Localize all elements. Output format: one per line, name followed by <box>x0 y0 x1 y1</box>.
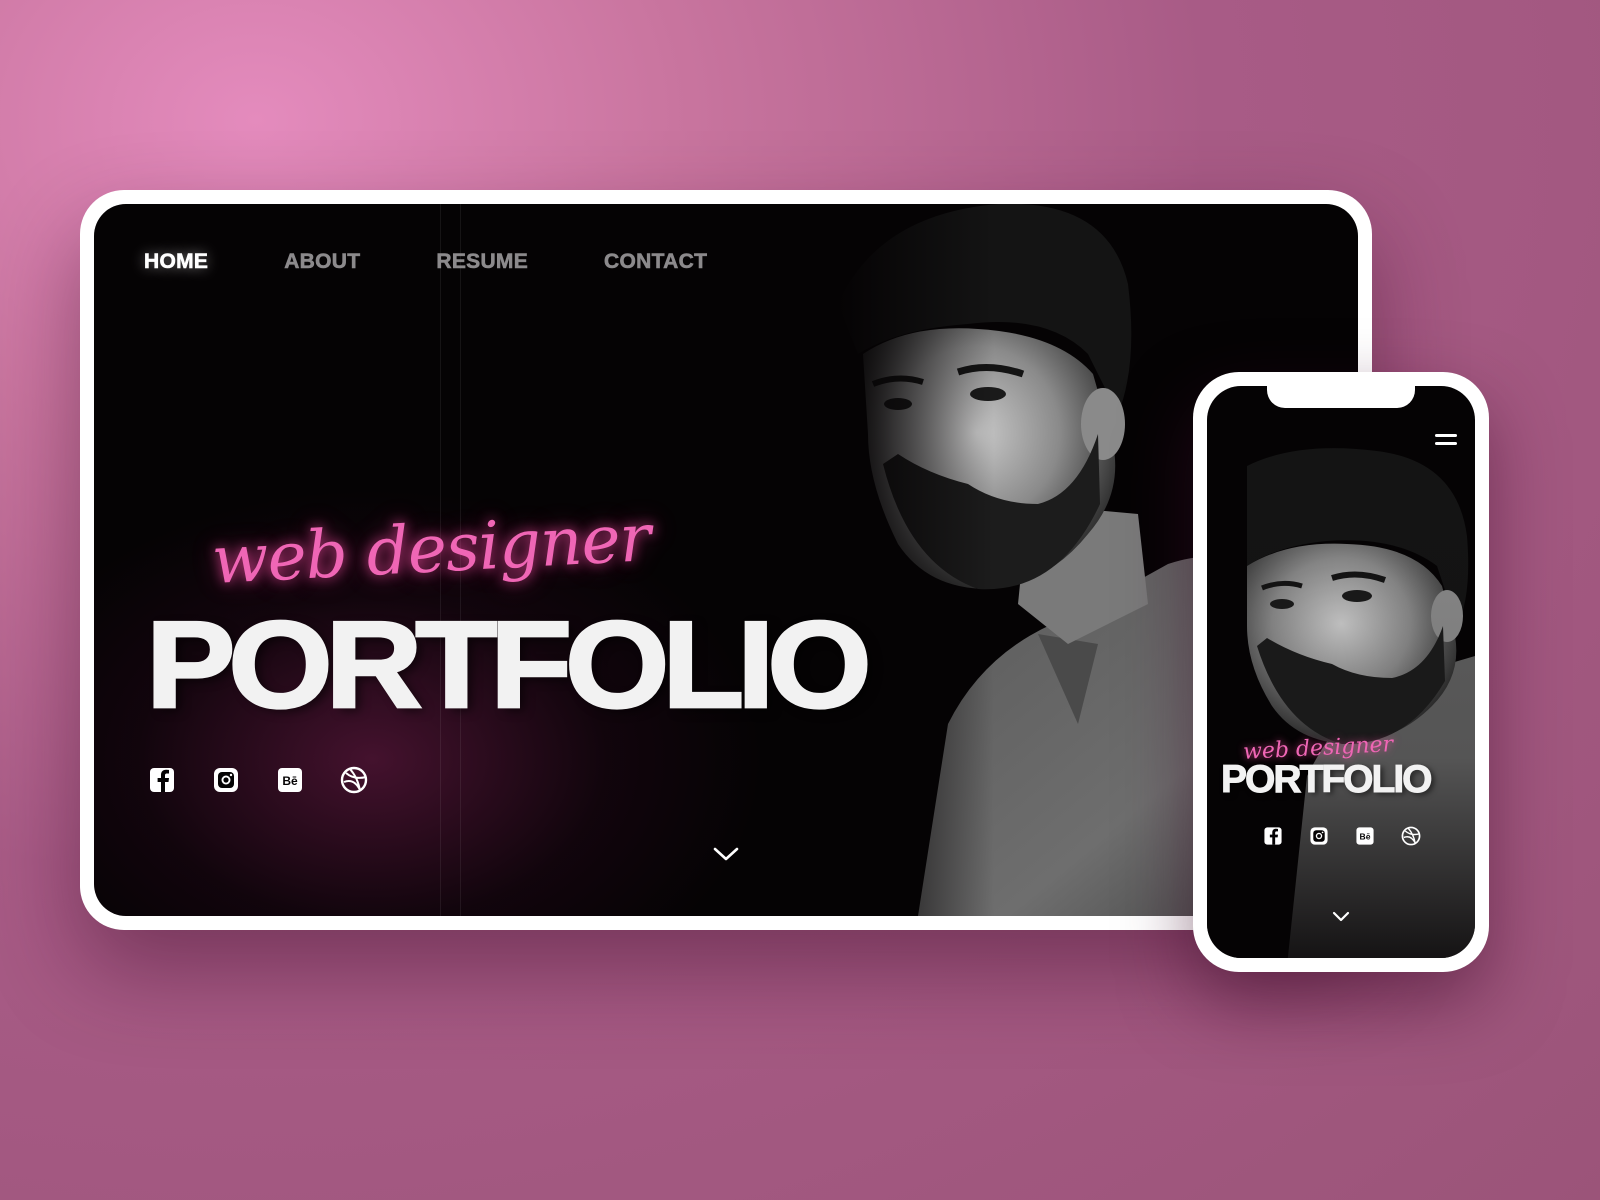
instagram-icon[interactable] <box>212 766 240 794</box>
hamburger-menu-icon[interactable] <box>1435 434 1457 448</box>
instagram-icon[interactable] <box>1309 826 1329 846</box>
nav-home[interactable]: HOME <box>144 250 209 274</box>
nav-contact[interactable]: CONTACT <box>604 250 708 274</box>
dribbble-icon[interactable] <box>1401 826 1421 846</box>
facebook-icon[interactable] <box>1263 826 1283 846</box>
behance-label: Bē <box>1360 832 1371 842</box>
hero-subtitle: web designer <box>209 499 652 599</box>
phone-mockup: web designer PORTFOLIO Bē <box>1193 372 1489 972</box>
scroll-down-icon[interactable] <box>711 844 741 864</box>
social-links: Bē <box>148 766 368 794</box>
behance-icon[interactable]: Bē <box>1355 826 1375 846</box>
main-nav: HOME ABOUT RESUME CONTACT <box>144 250 783 274</box>
nav-resume[interactable]: RESUME <box>436 250 528 274</box>
behance-icon[interactable]: Bē <box>276 766 304 794</box>
behance-label: Bē <box>282 774 298 788</box>
dribbble-icon[interactable] <box>340 766 368 794</box>
nav-about[interactable]: ABOUT <box>284 250 360 274</box>
phone-screen: web designer PORTFOLIO Bē <box>1207 386 1475 958</box>
portrait-photo-mobile <box>1207 446 1475 958</box>
desktop-screen: HOME ABOUT RESUME CONTACT web designer P… <box>94 204 1358 916</box>
hero-title: PORTFOLIO <box>145 596 874 734</box>
phone-social-links: Bē <box>1263 826 1421 846</box>
scroll-down-icon[interactable] <box>1331 910 1351 923</box>
desktop-mockup: HOME ABOUT RESUME CONTACT web designer P… <box>80 190 1372 930</box>
phone-hero-title: PORTFOLIO <box>1221 758 1433 802</box>
phone-notch <box>1267 386 1415 408</box>
facebook-icon[interactable] <box>148 766 176 794</box>
